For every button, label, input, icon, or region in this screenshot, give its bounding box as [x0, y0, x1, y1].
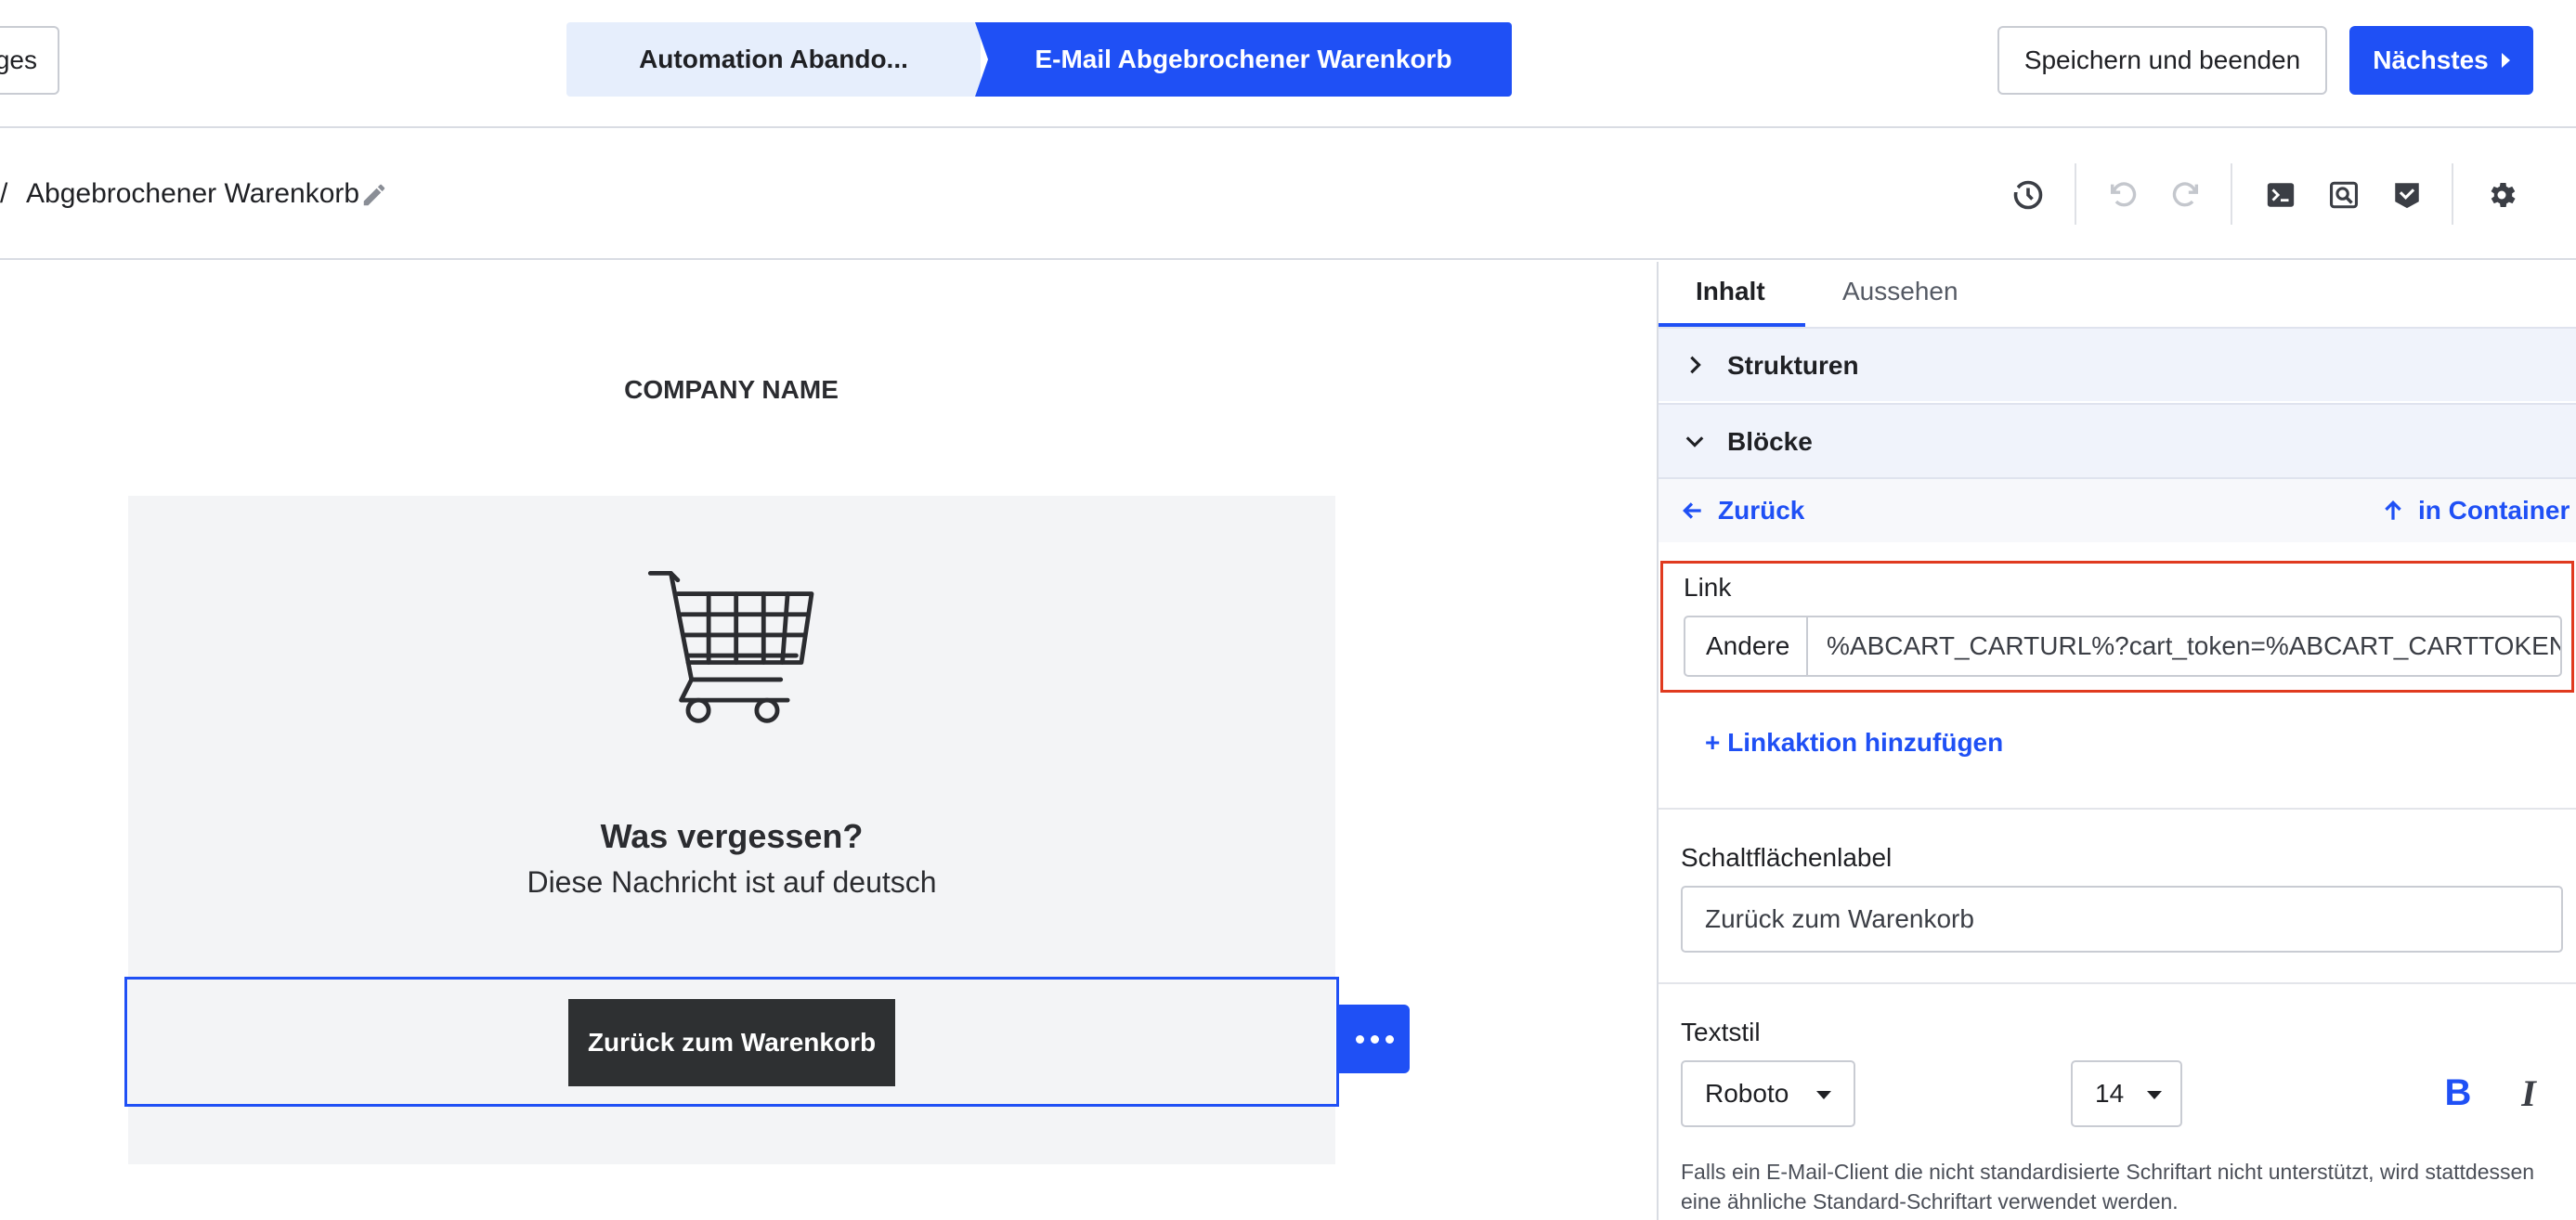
tab-inhalt[interactable]: Inhalt — [1696, 277, 1765, 306]
toolbar-divider — [2075, 163, 2076, 225]
email-headline[interactable]: Was vergessen? — [128, 817, 1335, 856]
link-url-input[interactable] — [1806, 616, 2562, 677]
accordion-structures[interactable]: Strukturen — [1659, 327, 2576, 401]
panel-tabs: Inhalt Aussehen — [1659, 262, 2576, 329]
italic-button[interactable]: I — [2507, 1071, 2550, 1114]
step-label: E-Mail Abgebrochener Warenkorb — [1034, 45, 1452, 73]
dot-icon — [1355, 1034, 1364, 1044]
chevron-down-icon — [1685, 436, 1704, 448]
next-button[interactable]: Nächstes — [2349, 26, 2533, 95]
container-link[interactable]: in Container — [2381, 496, 2569, 526]
block-nav-row: Zurück in Container — [1659, 477, 2576, 542]
toolbar-divider — [2452, 163, 2453, 225]
accordion-label: Blöcke — [1727, 427, 1813, 456]
editor-toolbar: / Abgebrochener Warenkorb — [0, 130, 2576, 260]
arrow-left-icon — [1683, 502, 1701, 519]
cta-button[interactable]: Zurück zum Warenkorb — [568, 999, 895, 1086]
font-family-select[interactable]: Roboto — [1681, 1060, 1855, 1127]
breadcrumb-separator: / — [0, 178, 8, 209]
redo-icon[interactable] — [2167, 176, 2205, 214]
properties-panel: Inhalt Aussehen Strukturen Blöcke Zurück… — [1657, 262, 2576, 1220]
chevron-right-icon — [1690, 356, 1701, 374]
caret-right-icon — [2501, 53, 2510, 68]
pencil-icon[interactable] — [360, 181, 388, 209]
section-divider — [1659, 982, 2576, 984]
button-label-label: Schaltflächenlabel — [1681, 843, 1893, 872]
shopping-cart-icon[interactable] — [646, 566, 819, 724]
history-icon[interactable] — [2010, 176, 2047, 214]
step-label: Automation Abando... — [639, 45, 908, 73]
section-divider — [1659, 808, 2576, 810]
font-size-value: 14 — [2095, 1079, 2125, 1108]
bold-button[interactable]: B — [2437, 1071, 2479, 1114]
link-field-group: Link Andere — [1660, 561, 2574, 693]
breadcrumb-step-automation[interactable]: Automation Abando... — [566, 22, 981, 97]
gear-icon[interactable] — [2483, 176, 2520, 214]
font-fallback-hint: Falls ein E-Mail-Client die nicht standa… — [1681, 1160, 2535, 1214]
arrow-up-icon — [2385, 500, 2401, 520]
tab-aussehen[interactable]: Aussehen — [1842, 277, 1958, 306]
block-options-button[interactable] — [1339, 1005, 1410, 1073]
back-button[interactable]: ges — [0, 26, 59, 95]
link-label: Link — [1684, 573, 1732, 602]
email-title: Abgebrochener Warenkorb — [26, 178, 360, 209]
back-link[interactable]: Zurück — [1681, 496, 1804, 526]
next-label: Nächstes — [2373, 45, 2489, 74]
button-label-input[interactable] — [1681, 886, 2563, 953]
container-link-label: in Container — [2418, 496, 2570, 525]
check-icon[interactable] — [2388, 176, 2426, 214]
preview-icon[interactable] — [2325, 176, 2362, 214]
breadcrumb-step-email[interactable]: E-Mail Abgebrochener Warenkorb — [975, 22, 1512, 97]
code-icon[interactable] — [2262, 176, 2299, 214]
save-and-exit-button[interactable]: Speichern und beenden — [1997, 26, 2327, 95]
link-type-select[interactable]: Andere — [1684, 616, 1808, 677]
accordion-label: Strukturen — [1727, 351, 1859, 380]
text-style-label: Textstil — [1681, 1018, 1761, 1046]
top-bar: ges Automation Abando... E-Mail Abgebroc… — [0, 0, 2576, 128]
accordion-blocks[interactable]: Blöcke — [1659, 403, 2576, 477]
company-name[interactable]: COMPANY NAME — [0, 375, 1463, 405]
dot-icon — [1370, 1034, 1379, 1044]
email-canvas: COMPANY NAME Was vergessen? Diese Nachri… — [0, 262, 1657, 1220]
toolbar-divider — [2231, 163, 2232, 225]
caret-down-icon — [2147, 1091, 2162, 1099]
back-link-label: Zurück — [1718, 496, 1805, 525]
dot-icon — [1385, 1034, 1394, 1044]
add-link-action-button[interactable]: + Linkaktion hinzufügen — [1705, 728, 2003, 758]
email-subline[interactable]: Diese Nachricht ist auf deutsch — [128, 865, 1335, 900]
font-family-value: Roboto — [1705, 1079, 1789, 1108]
caret-down-icon — [1816, 1091, 1831, 1099]
undo-icon[interactable] — [2104, 176, 2141, 214]
font-size-select[interactable]: 14 — [2071, 1060, 2182, 1127]
